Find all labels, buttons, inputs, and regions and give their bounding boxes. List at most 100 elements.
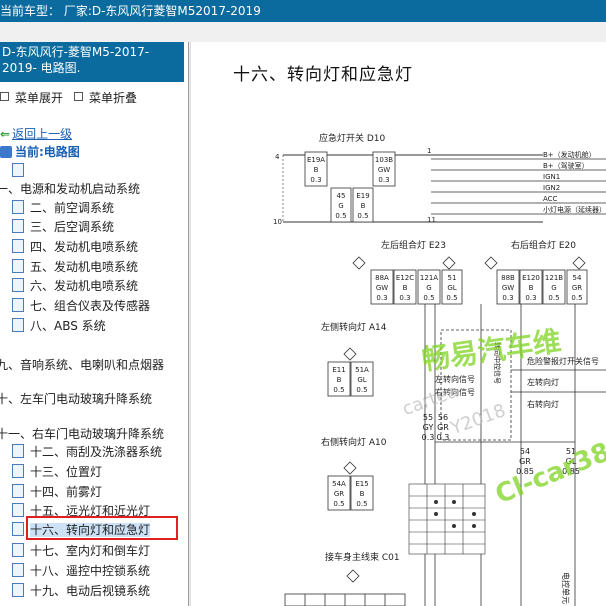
lc-1-a: E12C (396, 274, 414, 282)
rc-2-b: G (551, 284, 556, 292)
toolbar-strip (0, 22, 606, 42)
pin-right-top: 1 (427, 147, 431, 155)
sidebar-header: D-东风风行-菱智M5-2017-2019- 电路图. (0, 42, 184, 82)
sw-cell-3-b: B (361, 202, 366, 210)
sw-cell-0-b: B (314, 166, 319, 174)
mw-1-a: 56 (438, 413, 448, 422)
lc-3-b: GL (447, 284, 456, 292)
tree-item-19[interactable]: 十九、电动后视镜系统 (12, 581, 150, 601)
rc-1-a: E120 (522, 274, 540, 282)
page-icon (12, 522, 24, 536)
page-icon (12, 543, 24, 557)
sw-cell-2-c: 0.5 (335, 212, 346, 220)
tree-item-11[interactable]: 十一、右车门电动玻璃升降系统 (0, 424, 164, 444)
tree-item-10[interactable]: 十、左车门电动玻璃升降系统 (0, 389, 152, 409)
sw-cell-1-c: 0.3 (378, 176, 389, 184)
rc-0-a: 88B (501, 274, 515, 282)
mid-note-0: 左转向信号 (435, 374, 475, 384)
rt-0-a: 54A (332, 480, 346, 488)
switch-label: 应急灯开关 D10 (319, 132, 386, 144)
mw-0-c: 0.3 (422, 433, 435, 442)
window-title: 当前车型： 厂家:D-东风风行菱智M52017-2019 (0, 4, 261, 18)
page-icon (12, 163, 24, 177)
rc-0-c: 0.3 (502, 294, 513, 302)
tree-item-blank[interactable] (12, 161, 30, 181)
page-icon (12, 503, 24, 517)
rc-3-c: 0.5 (571, 294, 582, 302)
lc-2-a: 121A (420, 274, 438, 282)
ground-label: 接车身主线束 C01 (325, 551, 400, 563)
lc-1-c: 0.3 (399, 294, 410, 302)
tree-item-13[interactable]: 十三、位置灯 (12, 462, 102, 482)
sw-cell-0-a: E19A (307, 156, 325, 164)
lc-3-a: 51 (448, 274, 457, 282)
tree-item-17[interactable]: 十七、室内灯和倒车灯 (12, 541, 150, 561)
sw-cell-3-a: E19 (356, 192, 369, 200)
page-icon (12, 200, 24, 214)
lt-1-c: 0.5 (356, 386, 367, 394)
selection-highlight-box (26, 516, 178, 540)
watermark-2: Y2018 (447, 400, 509, 440)
rt-0-b: GR (334, 490, 344, 498)
right-note-1: 左转向灯 (527, 377, 559, 387)
rc-1-c: 0.3 (525, 294, 536, 302)
window-title-bar: 当前车型： 厂家:D-东风风行菱智M52017-2019 (0, 0, 606, 22)
collapse-icon (74, 92, 83, 101)
back-link[interactable]: ⇐ 返回上一级 (0, 124, 72, 144)
rt-0-c: 0.5 (333, 500, 344, 508)
mw-1-b: GR (437, 423, 449, 432)
right-turn-label: 右侧转向灯 A10 (321, 436, 387, 448)
page-icon (12, 298, 24, 312)
tree-item-5[interactable]: 五、发动机电喷系统 (12, 257, 138, 277)
rc-0-b: GW (502, 284, 514, 292)
page-icon (12, 563, 24, 577)
pin-right-bottom: 11 (427, 216, 436, 224)
mw-0-b: GY (423, 423, 434, 432)
tree-item-4[interactable]: 四、发动机电喷系统 (12, 237, 138, 257)
collapse-menu-button[interactable]: 菜单折叠 (74, 88, 137, 108)
back-arrow-icon: ⇐ (0, 127, 11, 141)
bus-label-2: IGN1 (543, 173, 560, 181)
tree-item-8[interactable]: 八、ABS 系统 (12, 316, 106, 336)
tree-item-14[interactable]: 十四、前雾灯 (12, 482, 102, 502)
page-icon (12, 444, 24, 458)
tree-item-7[interactable]: 七、组合仪表及传感器 (12, 296, 150, 316)
expand-icon (0, 92, 9, 101)
lt-1-a: 51A (355, 366, 369, 374)
lt-1-b: GL (357, 376, 366, 384)
tree-item-6[interactable]: 六、发动机电喷系统 (12, 276, 138, 296)
bus-label-4: ACC (543, 195, 558, 203)
sw-cell-3-c: 0.5 (357, 212, 368, 220)
sidebar: D-东风风行-菱智M5-2017-2019- 电路图. 菜单展开 菜单折叠 ⇐ 返… (0, 42, 189, 606)
lc-0-b: GW (376, 284, 388, 292)
tree-item-12[interactable]: 十二、雨刮及洗涤器系统 (12, 442, 162, 462)
rc-1-b: B (529, 284, 534, 292)
page-icon (12, 278, 24, 292)
page-icon (12, 464, 24, 478)
lc-0-a: 88A (375, 274, 389, 282)
rc-3-b: GR (572, 284, 582, 292)
tree-item-2[interactable]: 二、前空调系统 (12, 198, 114, 218)
page-icon (12, 259, 24, 273)
bus-label-5: 小灯电源（延续器） (543, 205, 606, 214)
bus-label-3: IGN2 (543, 184, 560, 192)
lt-0-c: 0.5 (333, 386, 344, 394)
pin-left-bottom: 10 (273, 218, 282, 226)
tree-item-1[interactable]: 一、电源和发动机启动系统 (0, 179, 140, 199)
tree-item-3[interactable]: 三、后空调系统 (12, 217, 114, 237)
rt-1-a: E15 (355, 480, 368, 488)
mw-0-a: 55 (423, 413, 433, 422)
page-icon (12, 583, 24, 597)
pin-left-top: 4 (275, 153, 280, 161)
sw-cell-1-b: GW (378, 166, 390, 174)
sw-cell-0-c: 0.3 (310, 176, 321, 184)
tree-item-9[interactable]: 九、音响系统、电喇叭和点烟器 (0, 355, 164, 375)
lc-1-b: B (403, 284, 408, 292)
lc-2-b: G (426, 284, 431, 292)
rt-1-b: B (360, 490, 365, 498)
expand-menu-button[interactable]: 菜单展开 (0, 88, 63, 108)
tree-item-18[interactable]: 十八、遥控中控锁系统 (12, 561, 150, 581)
page-icon (12, 484, 24, 498)
lt-0-b: B (337, 376, 342, 384)
lc-0-c: 0.3 (376, 294, 387, 302)
